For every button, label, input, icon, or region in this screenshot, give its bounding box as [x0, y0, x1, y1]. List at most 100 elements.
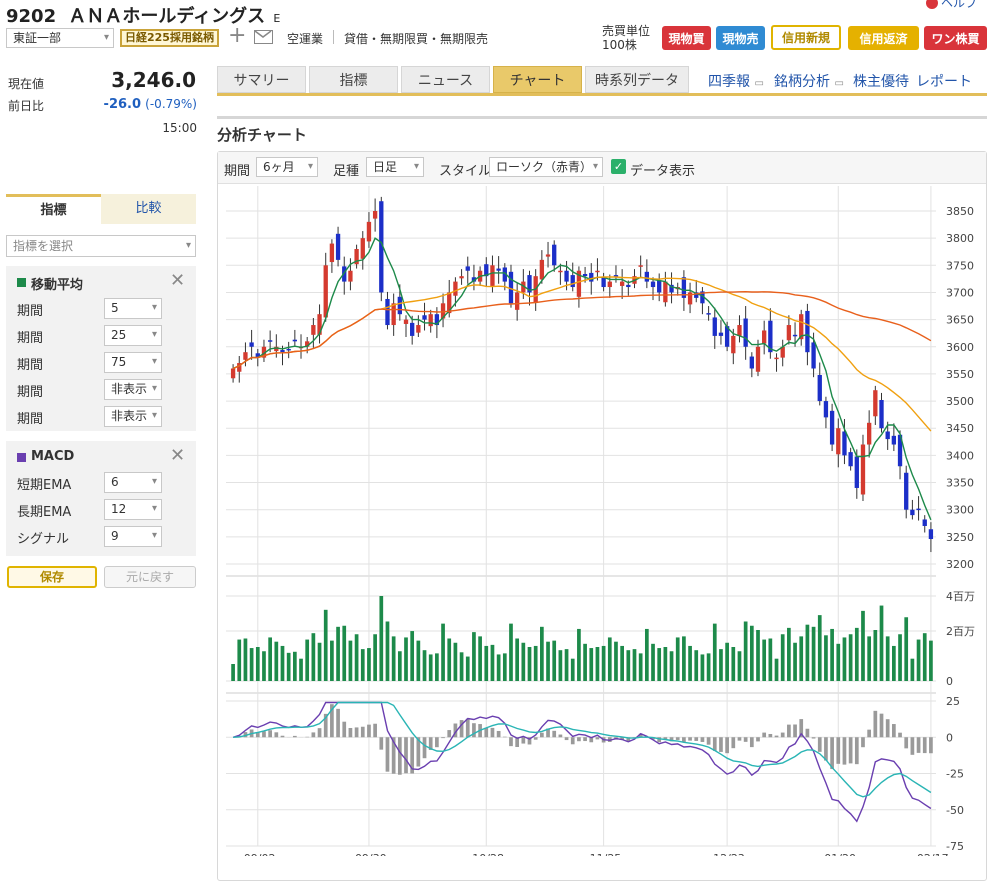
macd-histogram-bar [496, 730, 501, 738]
save-button[interactable]: 保存 [7, 566, 97, 588]
period-select[interactable]: 6ヶ月 [256, 157, 318, 177]
ma-period-label: 期間 [17, 412, 44, 427]
candle-body [311, 325, 316, 335]
candle-body [582, 273, 588, 277]
candle-body [410, 322, 415, 336]
margin-new-button[interactable]: 信用新規 [771, 25, 841, 50]
volume-bar [749, 625, 754, 681]
candle-body [916, 508, 921, 511]
volume-bar [799, 636, 804, 681]
sidebar-tab-indicator[interactable]: 指標 [6, 194, 101, 224]
volume-bar [756, 630, 760, 681]
date-tick-label: 10/28 [472, 852, 504, 856]
data-display-checkbox[interactable]: ✓ [611, 159, 626, 174]
market-select[interactable]: 東証一部 [6, 28, 114, 48]
macd-histogram-bar [570, 737, 575, 745]
macd-histogram-bar [805, 728, 810, 738]
volume-bar [502, 653, 507, 681]
macd-histogram-bar [712, 737, 717, 751]
candle-body [626, 284, 631, 288]
volume-bar [885, 636, 890, 681]
candle-body [397, 296, 402, 315]
tab-news[interactable]: ニュース [401, 66, 490, 93]
mail-icon[interactable] [254, 30, 273, 44]
tab-summary[interactable]: サマリー [217, 66, 306, 93]
tab-chart[interactable]: チャート [493, 66, 582, 93]
macd-histogram-bar [916, 737, 921, 753]
volume-bar [354, 634, 359, 681]
volume-bar [237, 639, 242, 681]
volume-bar [682, 636, 686, 681]
ma-period-select[interactable]: 5 [104, 298, 162, 319]
volume-bar [268, 637, 272, 681]
help-label: ヘルプ [941, 0, 978, 10]
ma-period-label: 期間 [17, 331, 44, 346]
price-tick-label: 3800 [946, 232, 974, 245]
spot-sell-button[interactable]: 現物売 [716, 26, 765, 50]
reset-button[interactable]: 元に戻す [104, 566, 196, 588]
candle-body [712, 317, 717, 336]
volume-bar [348, 640, 353, 681]
macd-histogram-bar [465, 718, 470, 738]
volume-bar [496, 654, 501, 681]
ma-period-select[interactable]: 75 [104, 352, 162, 373]
macd-histogram-bar [780, 732, 785, 738]
macd-signal-select[interactable]: 9 [104, 526, 162, 547]
macd-histogram-bar [447, 730, 452, 738]
macd-histogram-bar [885, 719, 890, 738]
link-analysis[interactable]: 銘柄分析 ▭ [774, 71, 844, 91]
volume-bar [262, 651, 266, 681]
ma-period-select[interactable]: 非表示 [104, 379, 162, 400]
volume-bar [830, 628, 834, 681]
foot-select[interactable]: 日足 [366, 157, 424, 177]
macd-histogram-bar [435, 737, 439, 748]
candle-body [589, 272, 594, 282]
candle-body [570, 275, 575, 288]
macd-histogram-bar [342, 721, 347, 738]
margin-info: 貸借・無期限買・無期限売 [344, 32, 489, 46]
date-tick-label: 09/30 [355, 852, 387, 856]
indicator-select[interactable]: 指標を選択 [6, 235, 196, 257]
sidebar-tab-compare[interactable]: 比較 [101, 194, 196, 224]
ma-period-label: 期間 [17, 304, 44, 319]
macd-close-icon[interactable]: ✕ [170, 445, 185, 466]
volume-bar [472, 632, 476, 681]
macd-histogram-bar [688, 737, 692, 741]
candle-body [854, 456, 859, 488]
volume-bar [484, 645, 489, 681]
macd-tick-label: -50 [946, 804, 964, 817]
macd-histogram-bar [274, 732, 279, 738]
candle-body [496, 268, 501, 271]
link-shikiho[interactable]: 四季報 ▭ [708, 71, 764, 91]
ma-period-select[interactable]: 非表示 [104, 406, 162, 427]
header-divider [333, 30, 334, 44]
candle-body [249, 342, 254, 347]
candle-body [619, 281, 625, 286]
one-share-buy-button[interactable]: ワン株買 [924, 26, 987, 50]
volume-bar [435, 653, 439, 681]
volume-bar [447, 638, 452, 681]
add-icon[interactable]: + [228, 25, 246, 47]
ma-close-icon[interactable]: ✕ [170, 270, 185, 291]
macd-short-ema-label: 短期EMA [17, 478, 72, 493]
macd-histogram-bar [873, 710, 878, 738]
macd-short-ema-select[interactable]: 6 [104, 472, 162, 493]
candle-body [817, 375, 822, 402]
macd-long-ema-select[interactable]: 12 [104, 499, 162, 520]
ma-title: 移動平均 [31, 278, 84, 293]
volume-bar [552, 640, 557, 681]
volume-bar [793, 642, 797, 681]
help-link[interactable]: ヘルプ [926, 0, 977, 11]
volume-bar [385, 621, 390, 681]
margin-repay-button[interactable]: 信用返済 [848, 26, 919, 50]
link-yutai[interactable]: 株主優待 [853, 71, 909, 91]
style-select[interactable]: ローソク（赤青） [489, 157, 603, 177]
external-window-icon: ▭ [834, 78, 844, 89]
tab-timeseries[interactable]: 時系列データ [585, 66, 689, 93]
tab-indicators[interactable]: 指標 [309, 66, 398, 93]
ma-color-swatch [17, 278, 26, 287]
industry-label: 空運業 [287, 32, 324, 46]
ma-period-select[interactable]: 25 [104, 325, 162, 346]
link-report[interactable]: レポート [916, 71, 972, 91]
spot-buy-button[interactable]: 現物買 [662, 26, 711, 50]
